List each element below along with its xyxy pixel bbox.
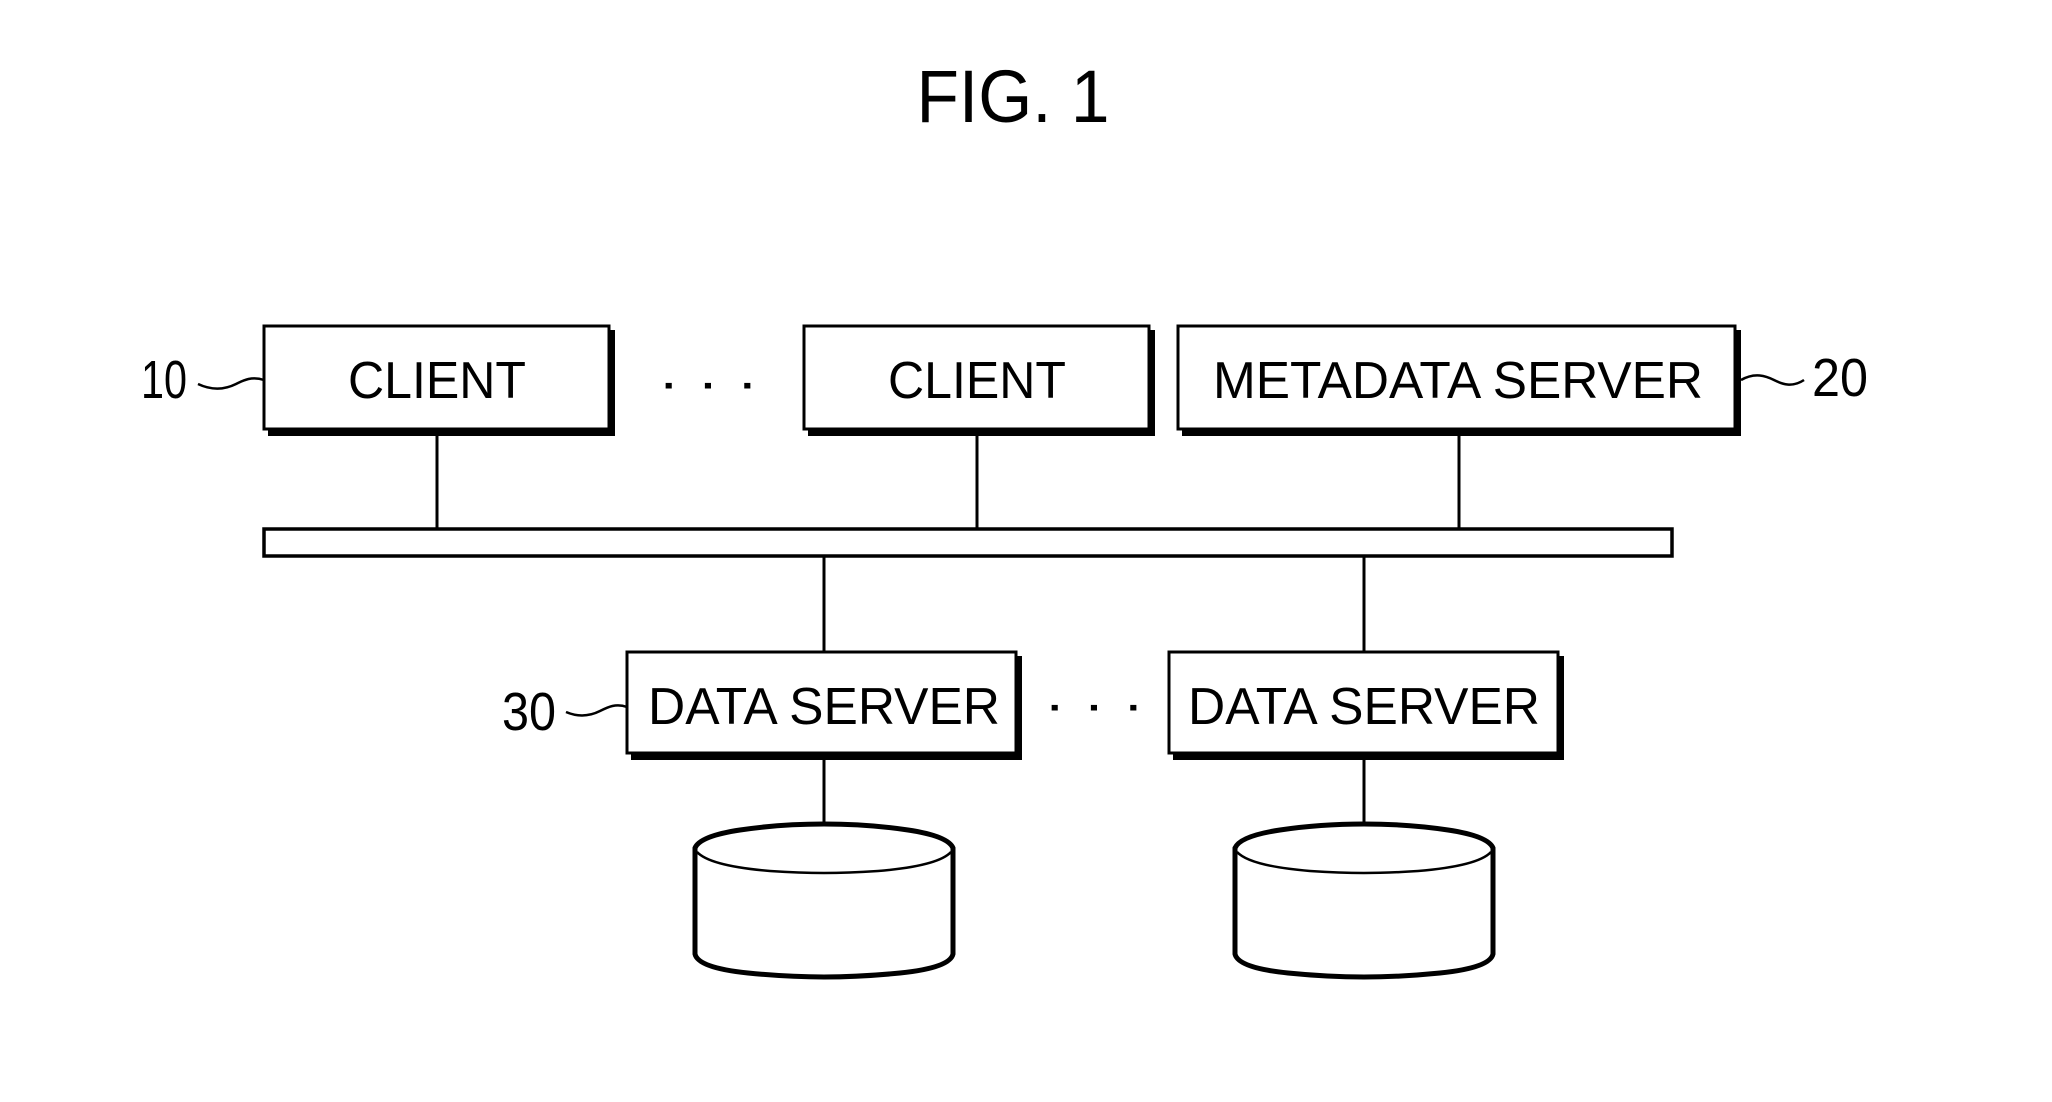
metadata-server-label: METADATA SERVER (1213, 352, 1703, 410)
storage-1-body (692, 821, 956, 980)
data-server-1-ref-number: 30 (502, 682, 556, 742)
system-diagram: FIG. 1 CLIENT 10 · · · CLIENT METADATA S… (141, 55, 1868, 980)
data-server-n-label: DATA SERVER (1188, 678, 1540, 736)
client-1-node[interactable]: CLIENT (262, 324, 615, 436)
data-server-1-node[interactable]: DATA SERVER (625, 650, 1022, 760)
ellipsis-clients: · · · (658, 354, 758, 412)
network-bus (262, 527, 1674, 558)
storage-n-cylinder-icon (1232, 821, 1496, 980)
figure-title: FIG. 1 (917, 55, 1110, 138)
storage-n-body (1232, 821, 1496, 980)
metadata-server-leader-tilde (1740, 374, 1805, 386)
metadata-server-ref-number: 20 (1812, 348, 1868, 408)
client-n-label: CLIENT (888, 352, 1066, 410)
client-1-label: CLIENT (348, 352, 526, 410)
data-server-1-label: DATA SERVER (648, 678, 1000, 736)
data-server-1-leader-tilde (565, 704, 628, 717)
ellipsis-data-servers: · · · (1044, 676, 1144, 734)
client-n-node[interactable]: CLIENT (802, 324, 1155, 436)
data-server-n-node[interactable]: DATA SERVER (1167, 650, 1564, 760)
connectors (435, 435, 1461, 824)
metadata-server-node[interactable]: METADATA SERVER (1176, 324, 1741, 436)
storage-1-cylinder-icon (692, 821, 956, 980)
client-1-ref-number: 10 (141, 350, 187, 410)
client-1-leader-tilde (197, 377, 265, 390)
